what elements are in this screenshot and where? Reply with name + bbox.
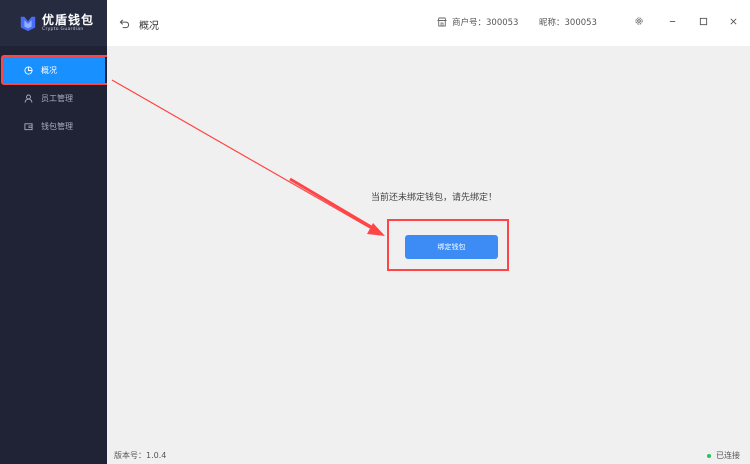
close-icon bbox=[729, 17, 737, 25]
minimize-button[interactable] bbox=[665, 14, 679, 28]
logo-title: 优盾钱包 bbox=[42, 12, 95, 27]
close-button[interactable] bbox=[726, 14, 740, 28]
page-title: 概况 bbox=[139, 21, 159, 32]
sidebar-item-label: 钱包管理 bbox=[41, 121, 73, 131]
user-icon bbox=[24, 94, 33, 103]
gear-icon bbox=[635, 17, 643, 25]
connection-status-text: 已连接 bbox=[716, 451, 740, 460]
merchant-id-text: 商户号：300053 bbox=[452, 18, 519, 28]
maximize-icon bbox=[699, 17, 707, 25]
sidebar-item-label: 员工管理 bbox=[41, 93, 73, 103]
sidebar-item-staff[interactable]: 员工管理 bbox=[0, 84, 107, 112]
main-content: 当前还未绑定钱包，请先绑定！ 绑定钱包 版本号：1.0.4 已连接 bbox=[107, 46, 750, 464]
sidebar-item-wallet[interactable]: 钱包管理 bbox=[0, 112, 107, 140]
shield-logo-icon bbox=[20, 16, 36, 32]
version-label: 版本号：1.0.4 bbox=[114, 451, 167, 460]
shop-icon bbox=[437, 17, 447, 27]
bind-wallet-button[interactable]: 绑定钱包 bbox=[405, 235, 498, 259]
app-logo: 优盾钱包 Crypto Guardian bbox=[0, 0, 107, 46]
status-dot-icon bbox=[707, 453, 711, 458]
top-header: 概况 商户号：300053 昵称：300053 bbox=[107, 0, 750, 46]
empty-wallet-message: 当前还未绑定钱包，请先绑定！ bbox=[371, 193, 498, 203]
back-icon[interactable] bbox=[119, 18, 130, 29]
overview-highlight-box bbox=[1, 55, 111, 85]
logo-subtitle: Crypto Guardian bbox=[42, 26, 84, 32]
settings-button[interactable] bbox=[632, 14, 646, 28]
maximize-button[interactable] bbox=[696, 14, 710, 28]
wallet-icon bbox=[24, 122, 33, 131]
connection-status: 已连接 bbox=[707, 450, 740, 461]
nickname-text: 昵称：300053 bbox=[539, 18, 597, 28]
minimize-icon bbox=[669, 20, 675, 22]
merchant-id: 商户号：300053 bbox=[437, 16, 518, 28]
